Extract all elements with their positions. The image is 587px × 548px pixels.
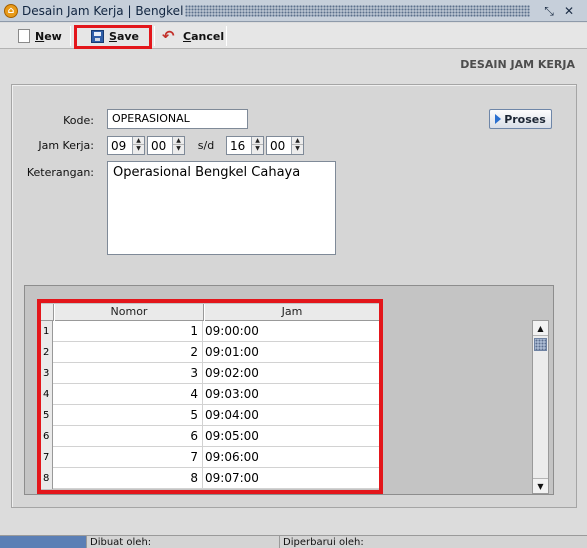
page-title: DESAIN JAM KERJA — [460, 58, 575, 71]
proses-button[interactable]: Proses — [489, 109, 552, 129]
keterangan-textarea[interactable]: Operasional Bengkel Cahaya — [107, 161, 336, 255]
start-minute-value: 00 — [151, 139, 167, 153]
end-minute-value: 00 — [270, 139, 286, 153]
app-icon: ⌂ — [4, 4, 18, 18]
scroll-down-icon[interactable]: ▼ — [533, 478, 548, 493]
start-hour-spinner[interactable]: 09 ▲ ▼ — [107, 136, 145, 155]
play-arrow-icon — [495, 114, 502, 124]
status-indicator — [0, 536, 87, 548]
window-title: Desain Jam Kerja | Bengkel — [22, 4, 184, 18]
end-hour-spinner[interactable]: 16 ▲ ▼ — [226, 136, 264, 155]
start-hour-value: 09 — [111, 139, 127, 153]
grid-vertical-scrollbar[interactable]: ▲ ▼ — [532, 320, 549, 494]
toolbar-separator — [226, 26, 227, 46]
spin-down-icon[interactable]: ▼ — [292, 145, 303, 153]
spin-down-icon[interactable]: ▼ — [173, 145, 184, 153]
spin-up-icon[interactable]: ▲ — [133, 137, 144, 145]
kode-label: Kode: — [63, 114, 94, 127]
save-highlight-box — [74, 25, 152, 49]
start-minute-spinner[interactable]: 00 ▲ ▼ — [147, 136, 185, 155]
end-minute-spinner[interactable]: 00 ▲ ▼ — [266, 136, 304, 155]
proses-button-label: Proses — [504, 112, 546, 126]
title-bar: ⌂ Desain Jam Kerja | Bengkel ⤡ ✕ — [0, 0, 587, 22]
grid-highlight-box — [37, 299, 383, 494]
spin-up-icon[interactable]: ▲ — [292, 137, 303, 145]
new-button-label: New — [35, 29, 62, 43]
status-bar: Dibuat oleh: Diperbarui oleh: — [0, 535, 587, 548]
spin-up-icon[interactable]: ▲ — [252, 137, 263, 145]
title-grip[interactable] — [185, 5, 530, 17]
scroll-up-icon[interactable]: ▲ — [533, 321, 548, 336]
jam-kerja-label: Jam Kerja: — [38, 139, 94, 152]
toolbar-separator — [154, 26, 155, 46]
created-by-label: Dibuat oleh: — [87, 536, 280, 548]
end-hour-value: 16 — [230, 139, 246, 153]
spin-down-icon[interactable]: ▼ — [133, 145, 144, 153]
close-icon[interactable]: ✕ — [562, 4, 576, 18]
sd-label: s/d — [197, 139, 215, 152]
toolbar-separator — [70, 26, 71, 46]
scroll-thumb[interactable] — [534, 338, 547, 351]
keterangan-label: Keterangan: — [26, 166, 94, 179]
kode-input[interactable]: OPERASIONAL — [107, 109, 248, 129]
new-button[interactable]: New — [14, 26, 66, 46]
spin-down-icon[interactable]: ▼ — [252, 145, 263, 153]
spin-up-icon[interactable]: ▲ — [173, 137, 184, 145]
cancel-button-label: Cancel — [183, 29, 225, 43]
restore-icon[interactable]: ⤡ — [542, 4, 556, 18]
undo-arrow-icon: ↶ — [162, 27, 175, 45]
new-doc-icon — [18, 29, 30, 43]
cancel-button[interactable]: ↶ Cancel — [158, 26, 228, 46]
updated-by-label: Diperbarui oleh: — [283, 537, 364, 548]
